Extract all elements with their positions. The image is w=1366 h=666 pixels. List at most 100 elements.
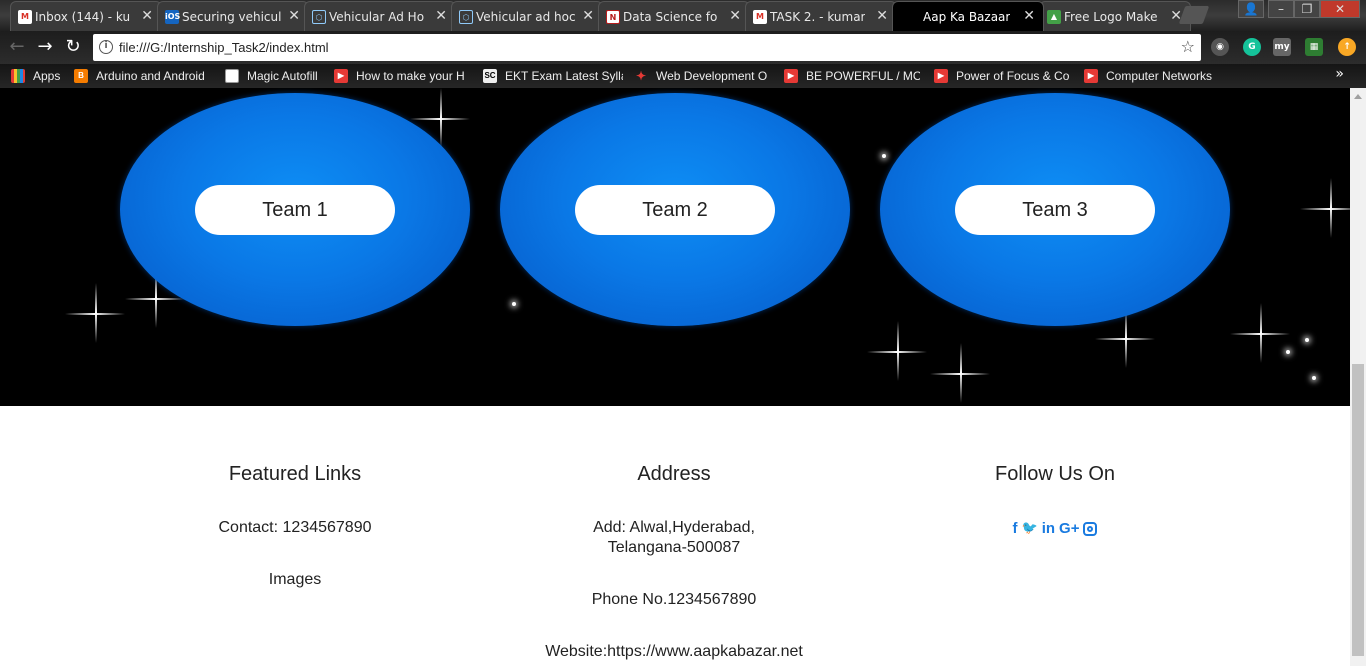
youtube-icon: ▶ — [1084, 69, 1098, 83]
tab-vehicular-adhoc-1[interactable]: ⬡ Vehicular Ad Ho ✕ — [304, 1, 456, 31]
profile-icon[interactable]: 👤 — [1238, 0, 1264, 18]
restore-button[interactable]: ❐ — [1294, 0, 1320, 18]
bookmark-label: Web Development O — [656, 69, 768, 83]
blogger-icon: B — [74, 69, 88, 83]
tab-data-science[interactable]: N Data Science fo ✕ — [598, 1, 750, 31]
google-plus-icon[interactable]: G+ — [1059, 520, 1079, 537]
bookmark-label: Computer Networks — [1106, 69, 1213, 83]
star-dot — [1286, 350, 1290, 354]
tab-gmail-inbox[interactable]: M Inbox (144) - ku ✕ — [10, 1, 162, 31]
youtube-icon: ▶ — [934, 69, 948, 83]
new-tab-button[interactable] — [1178, 6, 1210, 24]
page-scrollbar[interactable] — [1350, 88, 1366, 666]
notion-icon: N — [606, 10, 620, 24]
website-link[interactable]: Website:https://www.aapkabazar.net — [524, 642, 824, 662]
tab-vehicular-adhoc-2[interactable]: ⬡ Vehicular ad hoc ✕ — [451, 1, 603, 31]
phone-number: Phone No.1234567890 — [591, 591, 757, 608]
bookmark-star-icon[interactable]: ☆ — [1181, 37, 1195, 56]
minimize-button[interactable]: – — [1268, 0, 1294, 18]
tab-strip: M Inbox (144) - ku ✕ iOS Securing vehicu… — [0, 0, 1366, 31]
tab-task2[interactable]: M TASK 2. - kumar ✕ — [745, 1, 897, 31]
back-arrow-icon[interactable]: ← — [6, 36, 28, 58]
tab-title: Free Logo Make — [1064, 9, 1158, 24]
bookmark-computer-networks[interactable]: ▶ Computer Networks — [1084, 68, 1224, 84]
logo-maker-icon: ▲ — [1047, 10, 1061, 24]
team-3-button[interactable]: Team 3 — [955, 185, 1155, 235]
bookmarks-bar: Apps B Arduino and Android Magic Autofil… — [0, 64, 1366, 88]
forward-arrow-icon[interactable]: → — [34, 36, 56, 58]
address-bar[interactable]: i file:///G:/Internship_Task2/index.html… — [93, 34, 1201, 61]
close-icon[interactable]: ✕ — [435, 8, 447, 24]
star-dot — [512, 302, 516, 306]
follow-us-heading: Follow Us On — [994, 463, 1116, 485]
tab-free-logo-maker[interactable]: ▲ Free Logo Make ✕ — [1039, 1, 1191, 31]
bookmark-magic-autofill[interactable]: Magic Autofill — [225, 68, 325, 84]
star-dot — [882, 154, 886, 158]
team-1-button[interactable]: Team 1 — [195, 185, 395, 235]
web-icon: ✦ — [635, 69, 647, 83]
contact-link[interactable]: Contact: 1234567890 — [145, 518, 445, 538]
bookmark-power-of-focus[interactable]: ▶ Power of Focus & Co — [934, 68, 1070, 84]
document-icon: ⬡ — [459, 10, 473, 24]
close-icon[interactable]: ✕ — [729, 8, 741, 24]
star-dot — [1305, 338, 1309, 342]
bookmark-apps[interactable]: Apps — [11, 68, 60, 84]
scrollbar-thumb[interactable] — [1352, 364, 1364, 656]
bookmark-web-dev[interactable]: ✦ Web Development O — [634, 68, 770, 84]
more-bookmarks-button[interactable]: » — [1335, 66, 1344, 82]
close-icon[interactable]: ✕ — [1023, 8, 1035, 24]
images-link[interactable]: Images — [145, 570, 445, 590]
bookmark-label: BE POWERFUL / MOT — [806, 69, 920, 83]
address-line-1: Add: Alwal,Hyderabad, — [593, 519, 755, 536]
instagram-icon[interactable] — [1083, 522, 1098, 536]
close-icon[interactable]: ✕ — [876, 8, 888, 24]
team-card-3: Team 3 — [880, 93, 1230, 326]
bookmark-label: Arduino and Android — [96, 69, 205, 83]
twitter-icon[interactable]: 🐦 — [1022, 520, 1038, 537]
extension-icon[interactable]: ◉ — [1211, 38, 1229, 56]
bookmark-how-to-make[interactable]: ▶ How to make your H — [334, 68, 468, 84]
address-line-2: Telangana-500087 — [607, 539, 741, 556]
info-icon[interactable]: i — [99, 40, 113, 54]
social-links: f 🐦 in G+ — [905, 520, 1205, 537]
tab-title: Vehicular ad hoc — [476, 9, 576, 24]
url-text[interactable]: file:///G:/Internship_Task2/index.html — [119, 40, 329, 55]
grammarly-icon[interactable]: G — [1243, 38, 1261, 56]
teams-section: Team 1 Team 2 Team 3 — [0, 88, 1350, 406]
tab-title: Aap Ka Bazaar — [923, 9, 1011, 24]
close-icon[interactable]: ✕ — [288, 8, 300, 24]
apps-grid-icon — [11, 69, 25, 83]
close-icon[interactable]: ✕ — [141, 8, 153, 24]
page-icon — [225, 69, 239, 83]
facebook-icon[interactable]: f — [1013, 520, 1018, 537]
ios-icon: iOS — [165, 10, 180, 24]
footer: Featured Links Contact: 1234567890 Image… — [0, 406, 1350, 666]
close-window-button[interactable]: ✕ — [1320, 0, 1360, 18]
bookmark-label: EKT Exam Latest Sylla — [505, 69, 623, 83]
extension-my-icon[interactable]: my — [1273, 38, 1291, 56]
team-2-button[interactable]: Team 2 — [575, 185, 775, 235]
tab-title: Vehicular Ad Ho — [329, 9, 425, 24]
bookmark-label: Power of Focus & Co — [956, 69, 1070, 83]
team-card-1: Team 1 — [120, 93, 470, 326]
tab-aap-ka-bazaar[interactable]: Aap Ka Bazaar ✕ — [892, 1, 1044, 31]
gmail-icon: M — [753, 10, 767, 24]
extension-game-icon[interactable]: ▦ — [1305, 38, 1323, 56]
featured-links-heading: Featured Links — [228, 463, 362, 485]
scroll-up-arrow-icon[interactable] — [1354, 94, 1362, 99]
page-viewport: Team 1 Team 2 Team 3 Featured Links Cont… — [0, 88, 1350, 666]
sc-icon: SC — [483, 69, 497, 83]
tab-securing-vehicular[interactable]: iOS Securing vehicul ✕ — [157, 1, 309, 31]
youtube-icon: ▶ — [334, 69, 348, 83]
tab-title: Securing vehicul — [182, 9, 282, 24]
bookmark-arduino[interactable]: B Arduino and Android — [74, 68, 210, 84]
bookmark-label: Magic Autofill — [247, 69, 318, 83]
reload-icon[interactable]: ↻ — [62, 36, 84, 58]
extension-update-icon[interactable]: ↑ — [1338, 38, 1356, 56]
linkedin-icon[interactable]: in — [1042, 520, 1055, 537]
team-card-2: Team 2 — [500, 93, 850, 326]
bookmark-be-powerful[interactable]: ▶ BE POWERFUL / MOT — [784, 68, 920, 84]
close-icon[interactable]: ✕ — [582, 8, 594, 24]
tab-title: Inbox (144) - ku — [35, 9, 131, 24]
bookmark-ekt-exam[interactable]: SC EKT Exam Latest Sylla — [483, 68, 623, 84]
